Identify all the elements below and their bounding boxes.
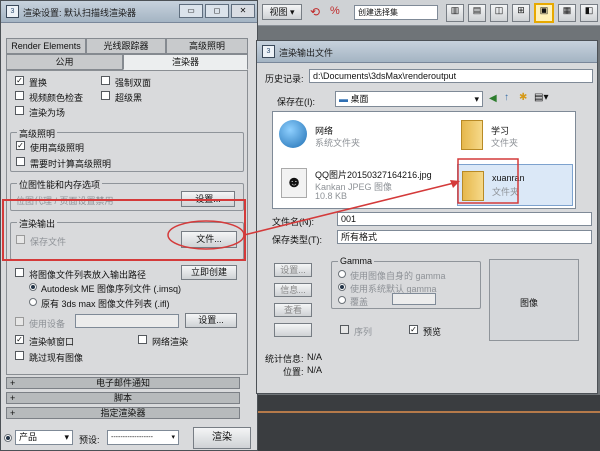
annotation-overlay <box>2 158 519 261</box>
annotation-target-box <box>457 158 519 204</box>
annotation-circle <box>167 220 245 250</box>
annotation-highlight-box <box>2 199 246 261</box>
annotation-arrow <box>243 181 459 236</box>
